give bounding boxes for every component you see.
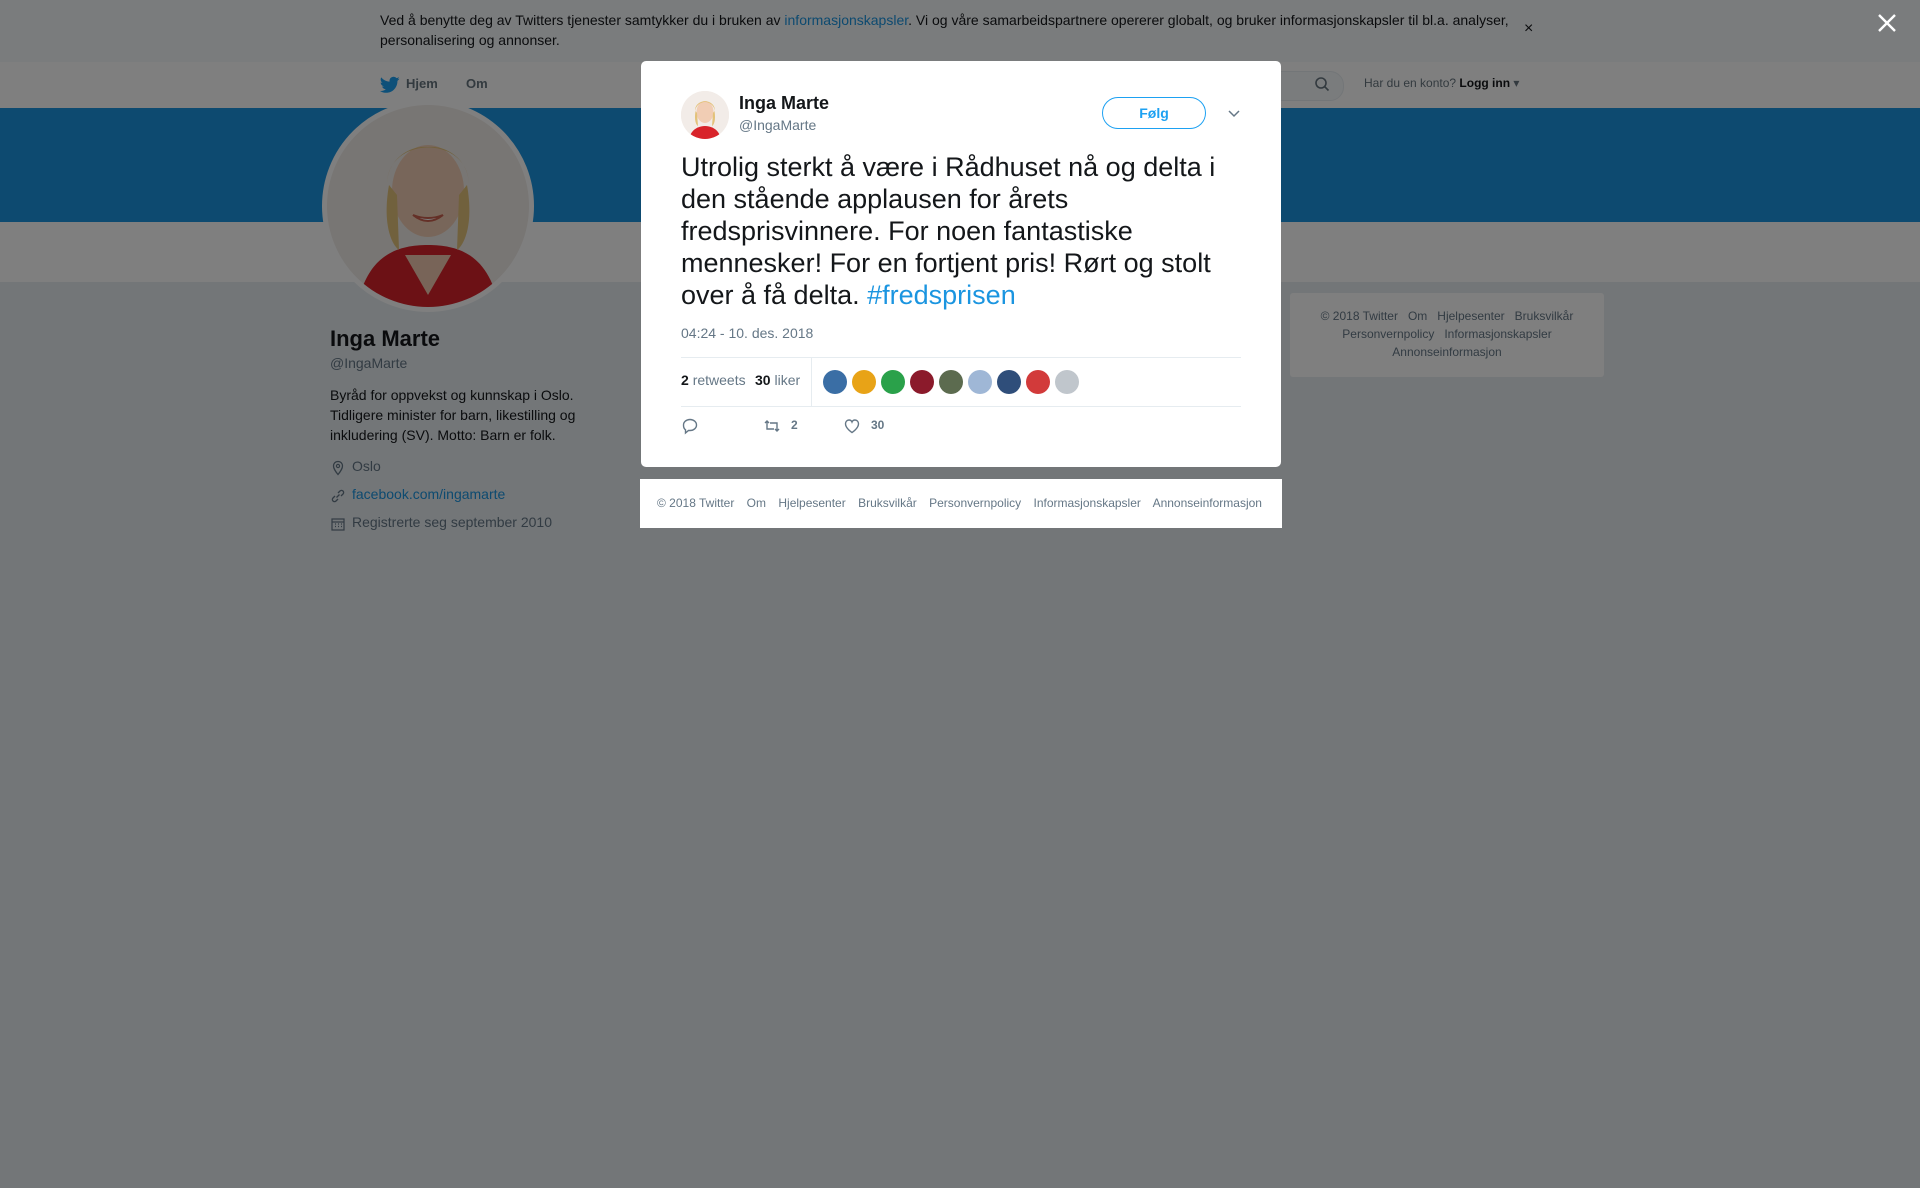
retweet-icon bbox=[764, 420, 780, 432]
tweet-text: Utrolig sterkt å være i Rådhuset nå og d… bbox=[681, 151, 1241, 311]
liker-avatar[interactable] bbox=[852, 370, 876, 394]
modal-footer-about[interactable]: Om bbox=[747, 496, 766, 510]
tweet-modal: Inga Marte @IngaMarte Følg Utrolig sterk… bbox=[641, 61, 1281, 467]
tweet-author-handle[interactable]: @IngaMarte bbox=[739, 117, 816, 133]
liker-avatar[interactable] bbox=[910, 370, 934, 394]
heart-icon bbox=[844, 419, 860, 434]
chevron-down-icon[interactable] bbox=[1227, 107, 1241, 119]
tweet-avatar[interactable] bbox=[681, 91, 729, 139]
like-count: 30 bbox=[871, 418, 885, 432]
liker-avatar[interactable] bbox=[1026, 370, 1050, 394]
retweet-count: 2 bbox=[791, 418, 798, 432]
liker-avatar[interactable] bbox=[939, 370, 963, 394]
tweet-stats: 2 retweets 30 liker bbox=[681, 357, 1241, 407]
modal-footer-copyright: © 2018 Twitter bbox=[657, 496, 735, 510]
likes-label: liker bbox=[774, 372, 801, 388]
liker-avatar[interactable] bbox=[997, 370, 1021, 394]
likes-stat[interactable]: 30 liker bbox=[755, 372, 800, 388]
retweets-count: 2 bbox=[681, 372, 689, 388]
follow-button[interactable]: Følg bbox=[1102, 97, 1206, 129]
tweet-timestamp[interactable]: 04:24 - 10. des. 2018 bbox=[681, 325, 813, 341]
liker-avatar[interactable] bbox=[968, 370, 992, 394]
stats-divider bbox=[811, 358, 812, 406]
hashtag-link[interactable]: #fredsprisen bbox=[867, 280, 1016, 310]
tweet-author-name[interactable]: Inga Marte bbox=[739, 93, 829, 114]
reply-icon bbox=[682, 418, 698, 435]
likes-count: 30 bbox=[755, 372, 771, 388]
tweet-actions: 2 30 bbox=[681, 415, 1241, 445]
modal-footer-privacy[interactable]: Personvernpolicy bbox=[929, 496, 1021, 510]
modal-footer: © 2018 Twitter Om Hjelpesenter Bruksvilk… bbox=[640, 479, 1282, 528]
modal-footer-help[interactable]: Hjelpesenter bbox=[778, 496, 845, 510]
close-icon[interactable] bbox=[1876, 12, 1898, 34]
liker-avatar[interactable] bbox=[1055, 370, 1079, 394]
modal-footer-terms[interactable]: Bruksvilkår bbox=[858, 496, 917, 510]
modal-footer-cookies[interactable]: Informasjonskapsler bbox=[1034, 496, 1141, 510]
modal-footer-ads[interactable]: Annonseinformasjon bbox=[1153, 496, 1262, 510]
modal-overlay[interactable]: Inga Marte @IngaMarte Følg Utrolig sterk… bbox=[0, 0, 1920, 1188]
liker-avatar[interactable] bbox=[881, 370, 905, 394]
liker-avatar[interactable] bbox=[823, 370, 847, 394]
tweet-avatar-photo bbox=[681, 91, 729, 139]
retweets-label: retweets bbox=[692, 372, 746, 388]
retweets-stat[interactable]: 2 retweets bbox=[681, 372, 746, 388]
